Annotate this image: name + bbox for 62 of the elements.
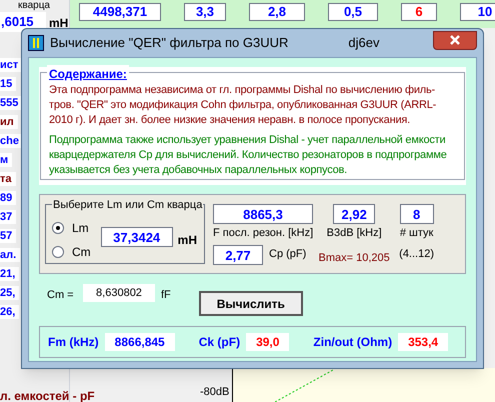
inductance-field[interactable]: 37,3424	[100, 227, 173, 247]
value-label: 21,	[0, 267, 20, 281]
value-label: 555	[0, 96, 22, 110]
value-label: che	[0, 134, 23, 148]
crystal-label: кварца	[18, 0, 50, 11]
bandwidth-field[interactable]: 2,92	[333, 204, 376, 224]
response-curve	[275, 368, 335, 402]
value-field[interactable]: 2,8	[249, 3, 305, 21]
result-label: Ck (pF)	[198, 334, 240, 351]
contents-heading: Содержание:	[47, 65, 129, 83]
result-label: Fm (kHz)	[48, 334, 99, 351]
unit-label: mH	[178, 232, 198, 249]
value-field[interactable]: 3,3	[184, 3, 226, 21]
close-button[interactable]	[433, 30, 477, 50]
value-label: м	[0, 153, 12, 167]
bandwidth-max-label: Bmax= 10,205	[318, 250, 390, 266]
value-field[interactable]: 4498,371	[79, 3, 161, 21]
value-field[interactable]: 10	[460, 3, 495, 21]
app-icon	[28, 35, 44, 51]
calculate-button[interactable]: Вычислить	[198, 291, 303, 316]
unit-label: fF	[161, 288, 171, 303]
result-label: Zin/out (Ohm)	[313, 334, 392, 351]
value-label: 25,	[0, 286, 20, 300]
result-value: 8866,845	[104, 333, 175, 351]
inductance-field: ,6015	[0, 12, 46, 32]
value-label: ал.	[0, 248, 20, 262]
capacitance-label: Cp (pF)	[269, 247, 306, 262]
radio-option[interactable]: Cm	[52, 243, 91, 261]
result-value: 39,0	[246, 333, 290, 351]
value-label: 57	[0, 229, 16, 243]
capacitance-label: Cm =	[47, 288, 75, 303]
value-field[interactable]: 0,5	[328, 3, 378, 21]
group-label: Выберите Lm или Cm кварца	[52, 197, 204, 214]
value-label: 89	[0, 191, 16, 205]
bandwidth-label: B3dB [kHz]	[326, 226, 382, 241]
value-label: ил	[0, 115, 18, 129]
value-label: 15	[0, 77, 16, 91]
description-paragraph: Подпрограмма также использует уравнения Dishal - учет параллельной емкости кварцедержателя Cp для вычислений. Количество резонаторов в подпрограмме указывается без учета добавочных параллельных корпусов.	[49, 133, 448, 178]
radio-button[interactable]	[52, 246, 64, 258]
count-range-label: (4...12)	[399, 246, 434, 262]
radio-option[interactable]: Lm	[52, 219, 91, 237]
count-field[interactable]: 8	[400, 204, 434, 224]
unit-label: mH	[49, 15, 68, 32]
value-label: 37	[0, 210, 16, 224]
value-label: ист	[0, 58, 22, 72]
value-label: 26,	[0, 305, 20, 319]
close-icon	[450, 35, 460, 45]
radio-button[interactable]	[52, 222, 64, 234]
radio-label: Cm	[72, 244, 91, 261]
result-value: 353,4	[398, 333, 448, 351]
capacitance-field[interactable]: 2,77	[213, 244, 263, 264]
window-title: Вычисление "QER" фильтра по G3UUR	[50, 34, 288, 52]
frequency-label: F посл. резон. [kHz]	[213, 226, 314, 241]
capacitance-value: 8,630802	[83, 284, 155, 302]
value-label: та	[0, 172, 16, 186]
frequency-field[interactable]: 8865,3	[213, 204, 313, 224]
count-label: # штук	[400, 226, 434, 241]
description-paragraph: Эта подпрограмма независима от гл. программы Dishal по вычислению филь-тров. "QER" это модификация Cohn фильтра, опубликованная G3UUR (ARRL-2010 г). И дает зн. более низкие значения неравн. в полосе пропускания.	[49, 83, 438, 128]
author-label: dj6ev	[348, 34, 380, 52]
axis-label: -80dB	[200, 385, 230, 400]
value-field[interactable]: 6	[401, 3, 437, 21]
radio-label: Lm	[72, 220, 89, 237]
